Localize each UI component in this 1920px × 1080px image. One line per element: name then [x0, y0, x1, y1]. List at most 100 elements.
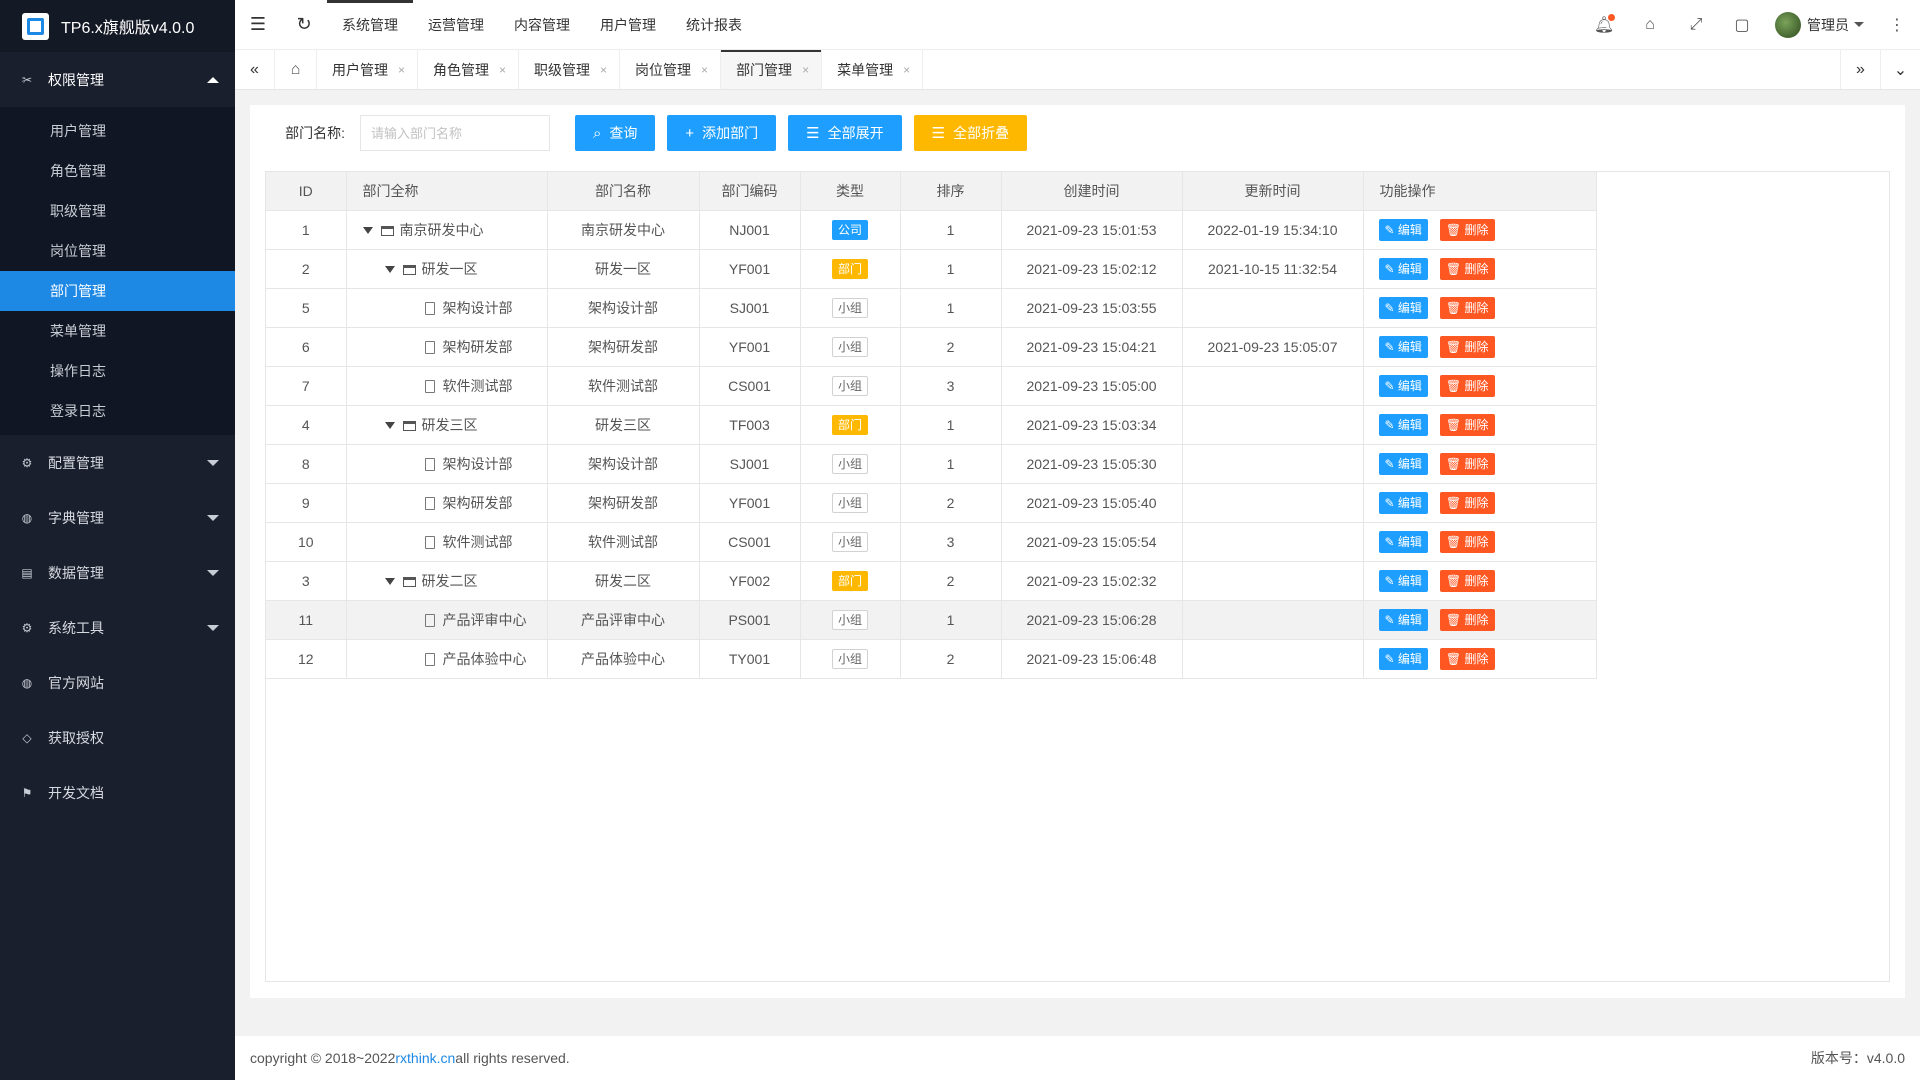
delete-button[interactable]: 🗑︎ 删除 — [1439, 530, 1495, 553]
menu-toggle-icon[interactable]: ☰ — [235, 0, 281, 50]
delete-button[interactable]: 🗑︎ 删除 — [1439, 335, 1495, 358]
table-row[interactable]: 12 产品体验中心 产品体验中心 TY001 小组 2 2021-09-23 15:06:4… — [266, 639, 1597, 679]
edit-button[interactable]: ✎ 编辑 — [1378, 296, 1428, 319]
query-button[interactable]: ⌕ 查询 — [575, 115, 656, 151]
bell-icon[interactable]: 🔔︎ — [1581, 0, 1627, 50]
edit-button[interactable]: ✎ 编辑 — [1378, 530, 1428, 553]
expand-all-button[interactable]: ☰ 全部展开 — [788, 115, 902, 151]
sidebar-group-1[interactable]: ⚙ 配置管理 — [0, 435, 235, 490]
cell-code: SJ001 — [699, 288, 801, 328]
close-icon[interactable]: × — [903, 63, 910, 77]
delete-button[interactable]: 🗑︎ 删除 — [1439, 218, 1495, 241]
refresh-icon[interactable]: ↻ — [281, 0, 327, 50]
edit-button[interactable]: ✎ 编辑 — [1378, 218, 1428, 241]
table-row[interactable]: 2 研发一区 研发一区 YF001 部门 1 2021-09-23 15:02:12 2021… — [266, 249, 1597, 289]
top-nav-item-1[interactable]: 运营管理 — [413, 0, 499, 50]
table-row[interactable]: 1 南京研发中心 南京研发中心 NJ001 公司 1 2021-09-23 15:01:53… — [266, 210, 1597, 250]
edit-button[interactable]: ✎ 编辑 — [1378, 647, 1428, 670]
sidebar-item-4[interactable]: 部门管理 — [0, 271, 235, 311]
sidebar-item-7[interactable]: 登录日志 — [0, 391, 235, 431]
sidebar-logo[interactable]: TP6.x旗舰版v4.0.0 — [0, 0, 235, 52]
cell-name: 软件测试部 — [547, 522, 700, 562]
edit-button[interactable]: ✎ 编辑 — [1378, 413, 1428, 436]
sidebar-group-2[interactable]: ◍ 字典管理 — [0, 490, 235, 545]
table-row[interactable]: 11 产品评审中心 产品评审中心 PS001 小组 1 2021-09-23 15:06:2… — [266, 600, 1597, 640]
file-icon — [424, 341, 435, 355]
table-row[interactable]: 3 研发二区 研发二区 YF002 部门 2 2021-09-23 15:02:32 ✎ 编辑… — [266, 561, 1597, 601]
add-department-button[interactable]: + 添加部门 — [667, 115, 777, 151]
edit-button[interactable]: ✎ 编辑 — [1378, 608, 1428, 631]
top-nav-item-3[interactable]: 用户管理 — [585, 0, 671, 50]
tab-0[interactable]: 用户管理 × — [317, 50, 419, 89]
tag-icon[interactable]: ⌂ — [1627, 0, 1673, 50]
cell-full-name: 产品体验中心 — [346, 639, 548, 679]
tabs-scroll-left-icon[interactable]: « — [235, 50, 275, 89]
tab-5[interactable]: 菜单管理 × — [822, 50, 924, 89]
edit-button[interactable]: ✎ 编辑 — [1378, 569, 1428, 592]
delete-button[interactable]: 🗑︎ 删除 — [1439, 647, 1495, 670]
close-icon[interactable]: × — [499, 63, 506, 77]
close-icon[interactable]: × — [600, 63, 607, 77]
sidebar-group-0[interactable]: ✂ 权限管理 — [0, 52, 235, 107]
user-menu[interactable]: 管理员 — [1765, 0, 1874, 50]
sidebar-group-7[interactable]: ⚑ 开发文档 — [0, 765, 235, 820]
tab-1[interactable]: 角色管理 × — [418, 50, 520, 89]
edit-button[interactable]: ✎ 编辑 — [1378, 335, 1428, 358]
tab-4[interactable]: 部门管理 × — [721, 50, 823, 89]
close-icon[interactable]: × — [701, 63, 708, 77]
table-row[interactable]: 6 架构研发部 架构研发部 YF001 小组 2 2021-09-23 15:04:21 20… — [266, 327, 1597, 367]
home-tab-icon[interactable]: ⌂ — [275, 50, 317, 89]
tab-3[interactable]: 岗位管理 × — [620, 50, 722, 89]
tree-expand-icon[interactable] — [384, 422, 395, 430]
edit-button[interactable]: ✎ 编辑 — [1378, 257, 1428, 280]
sidebar-group-5[interactable]: ◍ 官方网站 — [0, 655, 235, 710]
search-input[interactable] — [360, 115, 550, 151]
table-row[interactable]: 4 研发三区 研发三区 TF003 部门 1 2021-09-23 15:03:34 ✎ 编辑… — [266, 405, 1597, 445]
trash-icon: 🗑︎ — [1445, 378, 1465, 393]
delete-button[interactable]: 🗑︎ 删除 — [1439, 257, 1495, 280]
delete-button[interactable]: 🗑︎ 删除 — [1439, 569, 1495, 592]
table-row[interactable]: 5 架构设计部 架构设计部 SJ001 小组 1 2021-09-23 15:03:55 ✎ … — [266, 288, 1597, 328]
site-link[interactable]: rxthink.cn — [395, 1050, 455, 1066]
table-row[interactable]: 10 软件测试部 软件测试部 CS001 小组 3 2021-09-23 15:05:54 ✎… — [266, 522, 1597, 562]
column-header: 功能操作 — [1363, 172, 1597, 211]
tree-expand-icon[interactable] — [362, 227, 373, 235]
sidebar-item-2[interactable]: 职级管理 — [0, 191, 235, 231]
table-row[interactable]: 7 软件测试部 软件测试部 CS001 小组 3 2021-09-23 15:05:00 ✎ … — [266, 366, 1597, 406]
sidebar-item-6[interactable]: 操作日志 — [0, 351, 235, 391]
tabs-scroll-right-icon[interactable]: » — [1840, 50, 1880, 89]
delete-button[interactable]: 🗑︎ 删除 — [1439, 491, 1495, 514]
tree-expand-icon[interactable] — [384, 266, 395, 274]
diamond-icon: ◇ — [22, 730, 32, 745]
delete-button[interactable]: 🗑︎ 删除 — [1439, 608, 1495, 631]
sidebar-group-6[interactable]: ◇ 获取授权 — [0, 710, 235, 765]
more-vertical-icon[interactable]: ⋮ — [1874, 0, 1920, 50]
tabs-dropdown-icon[interactable]: ⌄ — [1880, 50, 1920, 89]
lock-icon[interactable]: ▢ — [1719, 0, 1765, 50]
close-icon[interactable]: × — [398, 63, 405, 77]
delete-button[interactable]: 🗑︎ 删除 — [1439, 296, 1495, 319]
close-icon[interactable]: × — [802, 63, 809, 77]
fullscreen-icon[interactable]: ⤢ — [1673, 0, 1719, 50]
edit-button[interactable]: ✎ 编辑 — [1378, 374, 1428, 397]
tree-expand-icon[interactable] — [384, 578, 395, 586]
tab-2[interactable]: 职级管理 × — [519, 50, 621, 89]
sidebar-item-5[interactable]: 菜单管理 — [0, 311, 235, 351]
edit-label: 编辑 — [1397, 573, 1422, 588]
delete-button[interactable]: 🗑︎ 删除 — [1439, 374, 1495, 397]
edit-button[interactable]: ✎ 编辑 — [1378, 452, 1428, 475]
delete-button[interactable]: 🗑︎ 删除 — [1439, 413, 1495, 436]
table-row[interactable]: 8 架构设计部 架构设计部 SJ001 小组 1 2021-09-23 15:05:30 ✎ … — [266, 444, 1597, 484]
sidebar-item-0[interactable]: 用户管理 — [0, 111, 235, 151]
edit-button[interactable]: ✎ 编辑 — [1378, 491, 1428, 514]
delete-button[interactable]: 🗑︎ 删除 — [1439, 452, 1495, 475]
top-nav-item-2[interactable]: 内容管理 — [499, 0, 585, 50]
collapse-all-button[interactable]: ☰ 全部折叠 — [913, 115, 1028, 151]
sidebar-group-4[interactable]: ⚙ 系统工具 — [0, 600, 235, 655]
top-nav-item-0[interactable]: 系统管理 — [327, 0, 413, 50]
sidebar-group-3[interactable]: ▤ 数据管理 — [0, 545, 235, 600]
sidebar-item-1[interactable]: 角色管理 — [0, 151, 235, 191]
table-row[interactable]: 9 架构研发部 架构研发部 YF001 小组 2 2021-09-23 15:05:40 ✎ … — [266, 483, 1597, 523]
top-nav-item-4[interactable]: 统计报表 — [671, 0, 757, 50]
sidebar-item-3[interactable]: 岗位管理 — [0, 231, 235, 271]
